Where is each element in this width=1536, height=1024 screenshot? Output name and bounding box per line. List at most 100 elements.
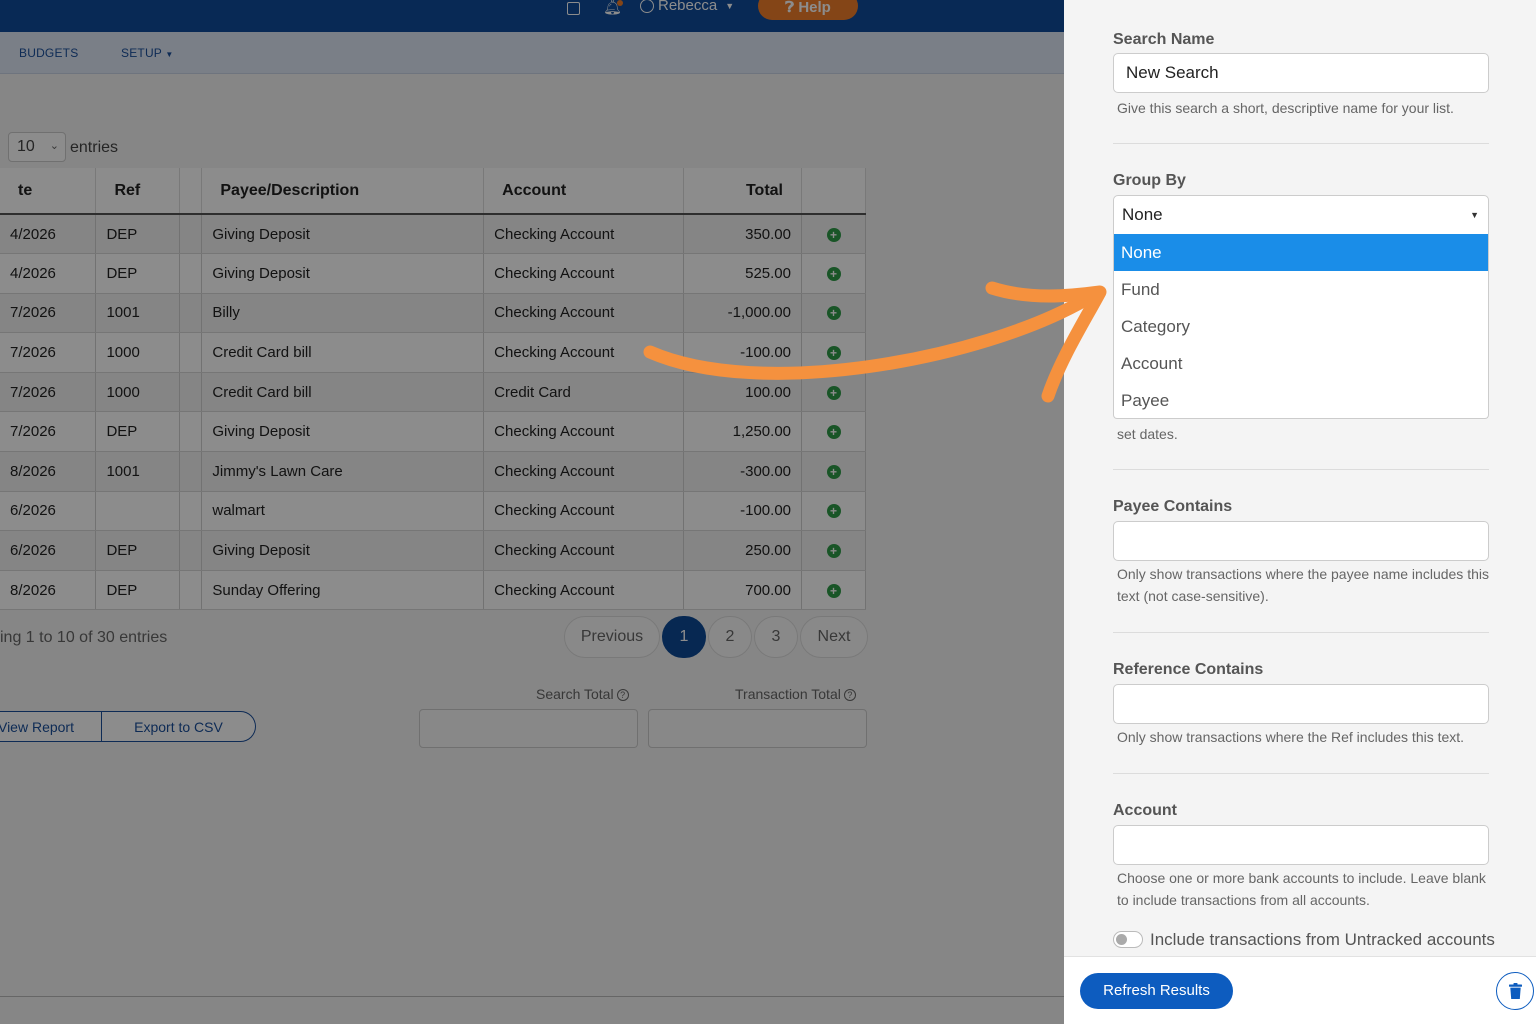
nav-budgets[interactable]: BUDGETS xyxy=(19,46,78,60)
cell-blank xyxy=(179,491,203,532)
cell-date: 7/2026 xyxy=(0,411,97,453)
cell-payee: Giving Deposit xyxy=(201,253,485,294)
view-report-button[interactable]: View Report xyxy=(0,711,102,742)
transaction-total-label: Transaction Total? xyxy=(735,686,856,702)
plus-circle-icon[interactable]: + xyxy=(826,504,841,519)
table-row[interactable]: 8/2026 DEP Sunday Offering Checking Account… xyxy=(0,570,866,611)
table-row[interactable]: 6/2026 DEP Giving Deposit Checking Account 2… xyxy=(0,530,866,571)
cell-total: 100.00 xyxy=(683,372,802,413)
cell-date: 8/2026 xyxy=(0,570,97,611)
nav-setup[interactable]: SETUP ▼ xyxy=(121,46,173,60)
table-row[interactable]: 7/2026 1000 Credit Card bill Credit Card 100… xyxy=(0,372,866,413)
help-label: Help xyxy=(798,0,831,16)
cell-total: 350.00 xyxy=(683,214,802,255)
col-header-total[interactable]: Total xyxy=(683,168,802,215)
export-csv-button[interactable]: Export to CSV xyxy=(102,711,256,742)
cell-actions: + xyxy=(801,253,866,294)
table-header-row: te Ref Payee/Description Account Total xyxy=(0,168,866,215)
calendar-icon[interactable] xyxy=(566,0,580,16)
table-row[interactable]: 6/2026 walmart Checking Account -100.00 + xyxy=(0,491,866,532)
cell-payee: Giving Deposit xyxy=(201,214,485,255)
col-header-ref[interactable]: Ref xyxy=(95,168,181,215)
top-bar: 🔔︎ Rebecca ▼ ❓︎ Help xyxy=(0,0,1064,32)
plus-circle-icon[interactable]: + xyxy=(826,306,841,321)
cell-account: Credit Card xyxy=(483,372,685,413)
reference-contains-input[interactable] xyxy=(1113,684,1489,724)
group-by-select[interactable]: None ▼ xyxy=(1113,195,1489,235)
account-help: Choose one or more bank accounts to incl… xyxy=(1117,870,1486,908)
cell-total: -100.00 xyxy=(683,332,802,373)
untracked-accounts-label: Include transactions from Untracked acco… xyxy=(1150,930,1495,949)
table-row[interactable]: 8/2026 1001 Jimmy's Lawn Care Checking Acco… xyxy=(0,451,866,492)
payee-contains-help: Only show transactions where the payee n… xyxy=(1117,566,1489,604)
page-1-button[interactable]: 1 xyxy=(662,616,706,658)
group-option-category[interactable]: Category xyxy=(1114,308,1488,345)
account-input[interactable] xyxy=(1113,825,1489,865)
cell-account: Checking Account xyxy=(483,491,685,532)
cell-account: Checking Account xyxy=(483,253,685,294)
transaction-total-field xyxy=(648,709,867,748)
entries-per-page-select[interactable]: 10 ⌄ xyxy=(8,132,66,162)
cell-date: 6/2026 xyxy=(0,530,97,571)
cell-date: 8/2026 xyxy=(0,451,97,492)
table-row[interactable]: 7/2026 1000 Credit Card bill Checking Accou… xyxy=(0,332,866,373)
col-header-payee[interactable]: Payee/Description xyxy=(201,168,485,215)
table-row[interactable]: 4/2026 DEP Giving Deposit Checking Account 3… xyxy=(0,214,866,255)
next-page-button[interactable]: Next xyxy=(800,616,868,658)
delete-search-button[interactable] xyxy=(1496,972,1534,1010)
plus-circle-icon[interactable]: + xyxy=(826,464,841,479)
cell-blank xyxy=(179,411,203,453)
cell-actions: + xyxy=(801,451,866,492)
col-header-blank xyxy=(179,168,203,215)
search-name-input[interactable]: New Search xyxy=(1113,53,1489,93)
cell-ref xyxy=(95,491,181,532)
cell-actions: + xyxy=(801,570,866,611)
page-2-button[interactable]: 2 xyxy=(708,616,752,658)
cell-actions: + xyxy=(801,491,866,532)
plus-circle-icon[interactable]: + xyxy=(826,385,841,400)
group-option-none[interactable]: None xyxy=(1114,234,1488,271)
cell-payee: Billy xyxy=(201,293,485,334)
cell-account: Checking Account xyxy=(483,451,685,492)
divider xyxy=(1113,773,1489,774)
previous-page-button[interactable]: Previous xyxy=(564,616,660,658)
cell-ref: 1000 xyxy=(95,372,181,413)
question-circle-icon[interactable]: ? xyxy=(616,689,629,701)
cell-actions: + xyxy=(801,293,866,334)
payee-contains-input[interactable] xyxy=(1113,521,1489,561)
plus-circle-icon[interactable]: + xyxy=(826,583,841,598)
plus-circle-icon[interactable]: + xyxy=(826,346,841,361)
cell-ref: 1000 xyxy=(95,332,181,373)
search-total-text: Search Total xyxy=(536,686,614,702)
col-header-date[interactable]: te xyxy=(0,168,97,215)
group-option-payee[interactable]: Payee xyxy=(1114,382,1488,419)
plus-circle-icon[interactable]: + xyxy=(826,425,841,440)
page-3-button[interactable]: 3 xyxy=(754,616,798,658)
untracked-accounts-toggle[interactable] xyxy=(1113,931,1143,948)
notification-dot xyxy=(617,0,623,6)
group-option-fund[interactable]: Fund xyxy=(1114,271,1488,308)
refresh-results-button[interactable]: Refresh Results xyxy=(1080,973,1233,1009)
cell-actions: + xyxy=(801,214,866,255)
cell-payee: Jimmy's Lawn Care xyxy=(201,451,485,492)
user-menu[interactable]: Rebecca ▼ xyxy=(640,0,734,14)
cell-payee: Credit Card bill xyxy=(201,372,485,413)
search-total-field xyxy=(419,709,638,748)
help-button[interactable]: ❓︎ Help xyxy=(758,0,858,20)
table-row[interactable]: 7/2026 1001 Billy Checking Account -1,000.00… xyxy=(0,293,866,334)
plus-circle-icon[interactable]: + xyxy=(826,544,841,559)
plus-circle-icon[interactable]: + xyxy=(826,227,841,242)
cell-payee: Sunday Offering xyxy=(201,570,485,611)
cell-date: 6/2026 xyxy=(0,491,97,532)
group-option-account[interactable]: Account xyxy=(1114,345,1488,382)
transactions-table: te Ref Payee/Description Account Total 4… xyxy=(0,168,866,611)
group-by-dropdown: None Fund Category Account Payee xyxy=(1113,234,1489,419)
table-row[interactable]: 7/2026 DEP Giving Deposit Checking Account 1… xyxy=(0,411,866,453)
divider xyxy=(1113,143,1489,144)
cell-ref: DEP xyxy=(95,214,181,255)
table-row[interactable]: 4/2026 DEP Giving Deposit Checking Account 5… xyxy=(0,253,866,294)
question-circle-icon[interactable]: ? xyxy=(843,689,856,701)
col-header-account[interactable]: Account xyxy=(483,168,685,215)
cell-ref: DEP xyxy=(95,253,181,294)
plus-circle-icon[interactable]: + xyxy=(826,266,841,281)
